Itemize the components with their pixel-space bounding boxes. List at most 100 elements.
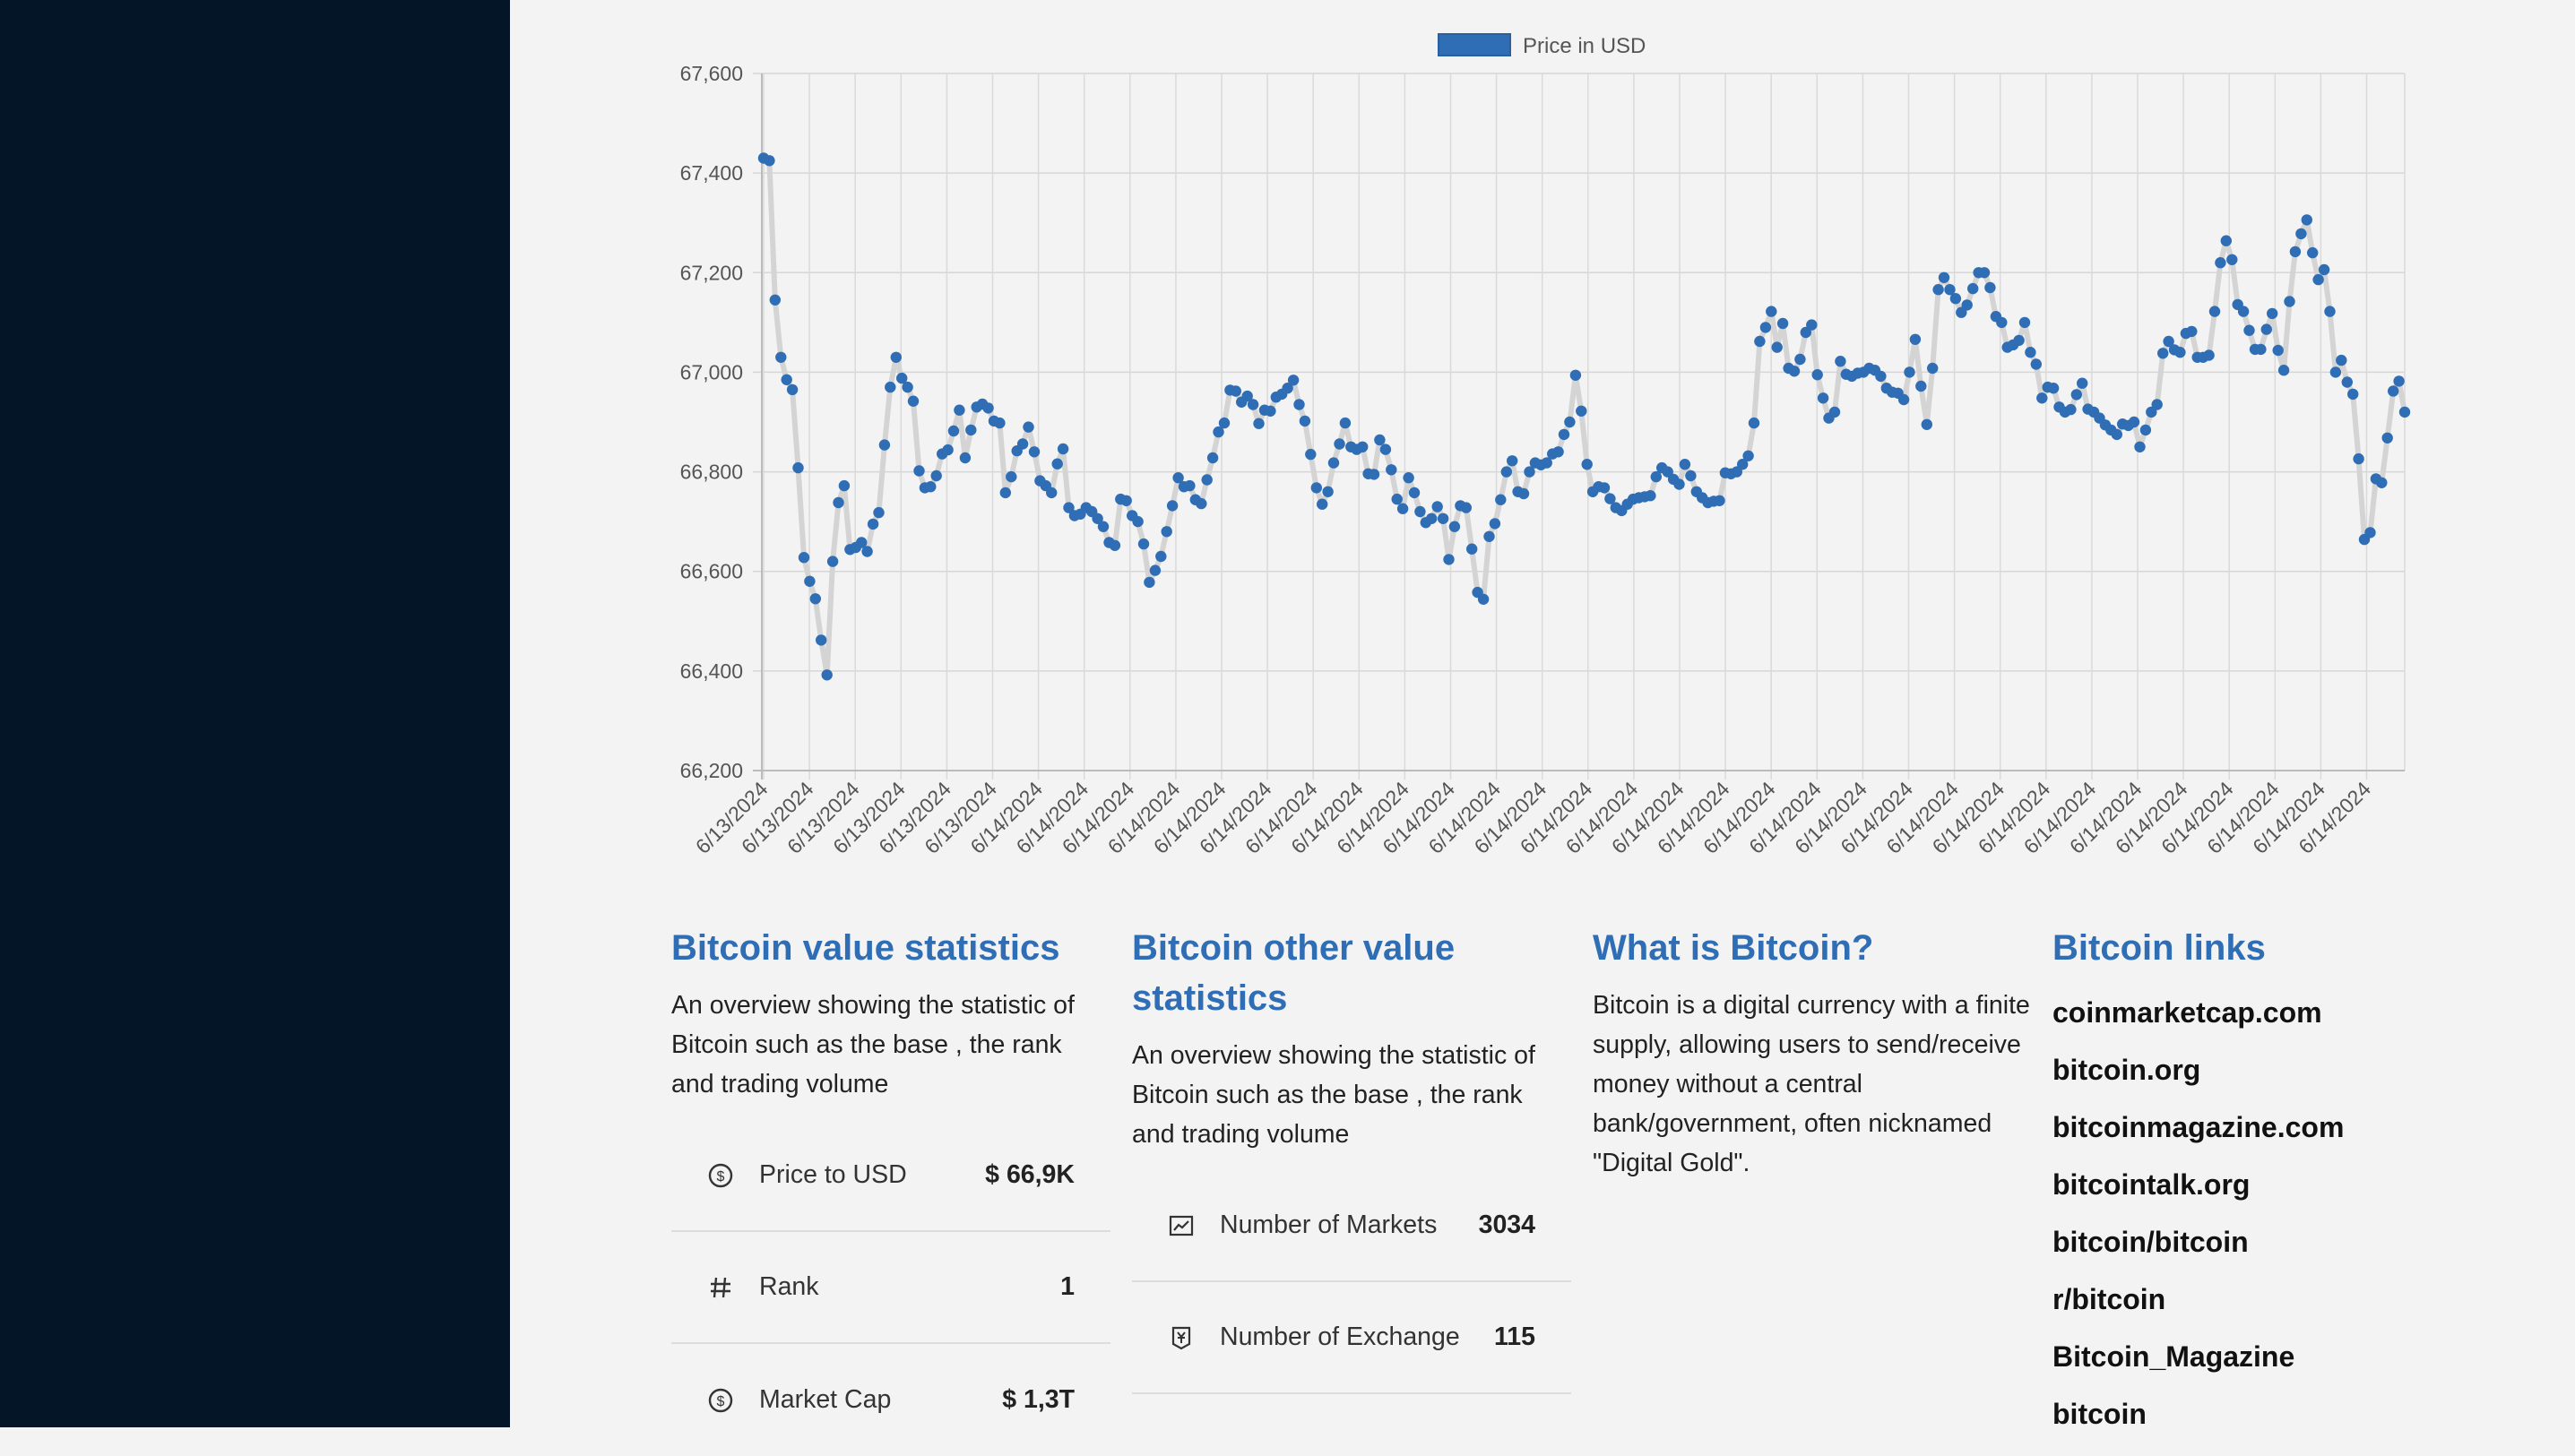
- data-point: [775, 351, 787, 363]
- data-point: [1817, 392, 1829, 404]
- other-stats-title: Bitcoin other value statistics: [1132, 928, 1456, 1018]
- data-point: [1305, 448, 1317, 461]
- data-point: [885, 381, 896, 393]
- data-point: [2329, 366, 2342, 378]
- link-coinmarketcap[interactable]: coinmarketcap.com: [2052, 984, 2447, 1041]
- value-stats-section: Bitcoin value statistics An overview sho…: [671, 923, 1110, 1456]
- data-point: [1489, 518, 1501, 530]
- link-bitcointalk[interactable]: bitcointalk.org: [2052, 1156, 2447, 1213]
- stat-label: Market Cap: [759, 1385, 892, 1414]
- data-point: [1558, 428, 1570, 441]
- data-point: [1408, 487, 1421, 499]
- data-point: [913, 465, 925, 477]
- data-point: [2203, 349, 2215, 361]
- data-point: [1500, 466, 1513, 478]
- data-point: [1016, 438, 1029, 450]
- data-point: [1961, 299, 1973, 311]
- what-is-section: What is Bitcoin? Bitcoin is a digital cu…: [1593, 923, 2032, 1183]
- svg-text:$: $: [717, 1169, 725, 1185]
- data-point: [2018, 316, 2031, 329]
- stat-row-exchange: Number of Exchange 115: [1132, 1282, 1571, 1394]
- data-point: [1921, 418, 1932, 430]
- data-point: [1051, 458, 1063, 470]
- data-point: [1754, 335, 1766, 348]
- data-point: [1483, 530, 1495, 542]
- data-point: [1978, 267, 1991, 279]
- data-point: [2186, 325, 2198, 338]
- data-point: [959, 452, 972, 464]
- data-point: [786, 383, 799, 396]
- data-point: [1386, 464, 1397, 476]
- data-point: [1915, 380, 1927, 392]
- data-point: [1149, 564, 1162, 576]
- data-point: [1771, 341, 1783, 353]
- link-bitcoin[interactable]: bitcoin: [2052, 1385, 2447, 1443]
- data-point: [1564, 416, 1576, 428]
- data-point: [1437, 513, 1449, 524]
- data-point: [838, 479, 851, 492]
- data-point: [1196, 497, 1207, 510]
- data-point: [2036, 392, 2048, 404]
- data-point: [878, 439, 891, 451]
- data-point: [1287, 375, 1300, 386]
- data-point: [1374, 434, 1386, 446]
- data-point: [994, 417, 1006, 429]
- data-point: [1598, 482, 1611, 494]
- stat-label: Price to USD: [759, 1160, 907, 1189]
- data-point: [2047, 383, 2060, 394]
- data-point: [1431, 501, 1443, 513]
- data-point: [2388, 385, 2399, 397]
- data-point: [999, 487, 1011, 499]
- link-twitter-bitcoin-magazine[interactable]: Bitcoin_Magazine: [2052, 1328, 2447, 1385]
- data-point: [769, 294, 781, 306]
- data-point: [1144, 576, 1155, 589]
- data-point: [1932, 284, 1944, 296]
- data-point: [1184, 479, 1196, 492]
- data-point: [1742, 450, 1754, 461]
- data-point: [2312, 273, 2324, 286]
- data-point: [2151, 399, 2163, 410]
- data-point: [2295, 228, 2307, 240]
- data-point: [2128, 416, 2140, 428]
- data-point: [2272, 344, 2284, 357]
- data-point: [2025, 347, 2036, 358]
- data-point: [1299, 415, 1311, 427]
- link-bitcoin-org[interactable]: bitcoin.org: [2052, 1041, 2447, 1098]
- data-point: [1835, 356, 1846, 367]
- data-point: [2284, 296, 2295, 307]
- data-point: [1201, 474, 1213, 486]
- link-reddit-bitcoin[interactable]: r/bitcoin: [2052, 1271, 2447, 1328]
- data-point: [1794, 353, 1806, 366]
- svg-text:$: $: [717, 1394, 725, 1409]
- data-point: [2174, 347, 2186, 358]
- data-point: [2267, 307, 2278, 320]
- data-point: [1310, 482, 1322, 494]
- data-point: [2237, 306, 2250, 317]
- data-point: [2077, 377, 2088, 389]
- data-point: [821, 669, 833, 681]
- data-point: [1230, 385, 1241, 397]
- data-point: [2157, 348, 2169, 359]
- data-point: [1339, 417, 1352, 429]
- what-is-title: What is Bitcoin?: [1593, 928, 1874, 968]
- link-bitcoinmagazine[interactable]: bitcoinmagazine.com: [2052, 1098, 2447, 1156]
- line-chart-icon: [1168, 1212, 1195, 1239]
- data-point: [1247, 399, 1259, 410]
- data-point: [1443, 554, 1455, 565]
- data-point: [1357, 441, 1369, 452]
- data-point: [1938, 271, 1950, 283]
- link-github-bitcoin[interactable]: bitcoin/bitcoin: [2052, 1213, 2447, 1271]
- data-point: [1766, 306, 1777, 317]
- data-point: [1396, 503, 1409, 514]
- data-point: [1507, 455, 1518, 467]
- data-point: [1293, 399, 1305, 410]
- data-point: [1927, 362, 1939, 375]
- data-point: [1460, 502, 1473, 513]
- data-point: [1576, 405, 1587, 417]
- stat-label: Number of Markets: [1220, 1210, 1438, 1239]
- y-tick-label: 66,800: [680, 461, 743, 484]
- data-point: [2070, 389, 2082, 401]
- data-point: [792, 461, 804, 474]
- stat-value: $ 66,9K: [985, 1160, 1075, 1189]
- data-point: [1673, 478, 1685, 490]
